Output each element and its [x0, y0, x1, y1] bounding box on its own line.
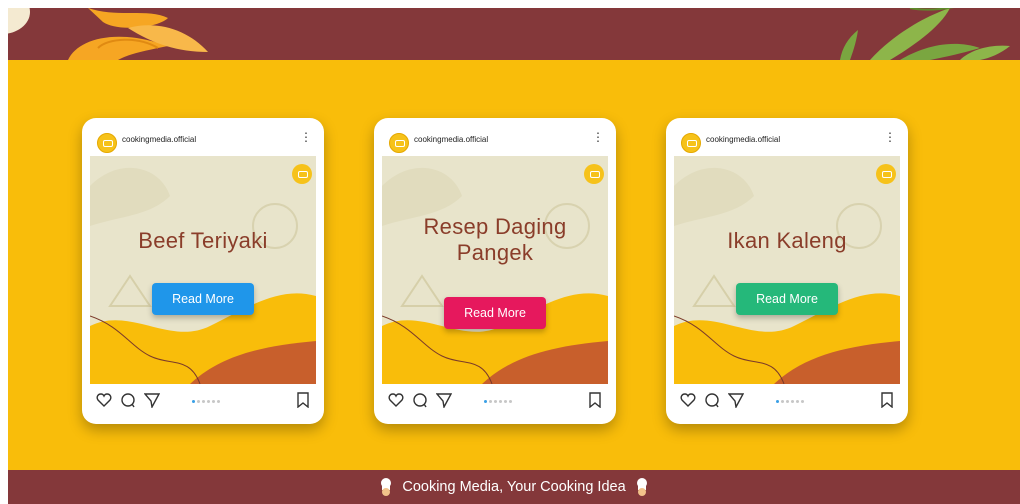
post-card: cookingmedia.official ⋮ Ikan Kaleng Read…: [666, 118, 908, 424]
post-background-art: [382, 167, 608, 384]
read-more-button[interactable]: Read More: [444, 297, 546, 329]
post-title: Beef Teriyaki: [96, 228, 310, 254]
comment-icon[interactable]: [412, 392, 428, 408]
heart-icon[interactable]: [680, 392, 696, 408]
brand-logo-icon: [292, 164, 312, 184]
profile-avatar[interactable]: [681, 133, 701, 153]
post-card: cookingmedia.official ⋮ Resep Daging Pan…: [374, 118, 616, 424]
read-more-button[interactable]: Read More: [736, 283, 838, 315]
post-title-line: Resep Daging: [423, 214, 567, 239]
username[interactable]: cookingmedia.official: [414, 135, 488, 144]
chef-icon: [381, 478, 392, 496]
post-title: Ikan Kaleng: [680, 228, 894, 254]
footer: Cooking Media, Your Cooking Idea: [8, 470, 1020, 504]
carousel-dots[interactable]: [484, 400, 512, 403]
brand-logo-icon: [584, 164, 604, 184]
post-title-line: Pangek: [456, 240, 534, 265]
read-more-button[interactable]: Read More: [152, 283, 254, 315]
profile-avatar[interactable]: [389, 133, 409, 153]
comment-icon[interactable]: [120, 392, 136, 408]
post-title: Resep Daging Pangek: [388, 214, 602, 266]
username[interactable]: cookingmedia.official: [122, 135, 196, 144]
post-actions: [666, 384, 908, 424]
post-card: cookingmedia.official ⋮ Beef Teriyaki Re…: [82, 118, 324, 424]
heart-icon[interactable]: [388, 392, 404, 408]
post-title-line: Beef Teriyaki: [138, 228, 268, 253]
post-image: Resep Daging Pangek Read More: [382, 156, 608, 384]
brand-logo-icon: [876, 164, 896, 184]
post-background-art: [674, 167, 900, 384]
more-vertical-icon[interactable]: ⋮: [300, 131, 312, 143]
header-band: [8, 8, 1020, 60]
comment-icon[interactable]: [704, 392, 720, 408]
leaf-decoration-right: [840, 8, 1010, 60]
leaf-decoration-left: [8, 8, 208, 60]
post-actions: [82, 384, 324, 424]
bookmark-icon[interactable]: [296, 392, 310, 408]
bookmark-icon[interactable]: [880, 392, 894, 408]
post-title-line: Ikan Kaleng: [727, 228, 847, 253]
footer-tagline: Cooking Media, Your Cooking Idea: [402, 479, 626, 495]
share-icon[interactable]: [144, 392, 160, 408]
post-actions: [374, 384, 616, 424]
carousel-dots[interactable]: [776, 400, 804, 403]
share-icon[interactable]: [728, 392, 744, 408]
heart-icon[interactable]: [96, 392, 112, 408]
page-frame: cookingmedia.official ⋮ Beef Teriyaki Re…: [8, 8, 1020, 504]
profile-avatar[interactable]: [97, 133, 117, 153]
more-vertical-icon[interactable]: ⋮: [592, 131, 604, 143]
post-background-art: [90, 167, 316, 384]
more-vertical-icon[interactable]: ⋮: [884, 131, 896, 143]
chef-icon: [636, 478, 647, 496]
post-image: Beef Teriyaki Read More: [90, 156, 316, 384]
username[interactable]: cookingmedia.official: [706, 135, 780, 144]
bookmark-icon[interactable]: [588, 392, 602, 408]
share-icon[interactable]: [436, 392, 452, 408]
carousel-dots[interactable]: [192, 400, 220, 403]
post-image: Ikan Kaleng Read More: [674, 156, 900, 384]
